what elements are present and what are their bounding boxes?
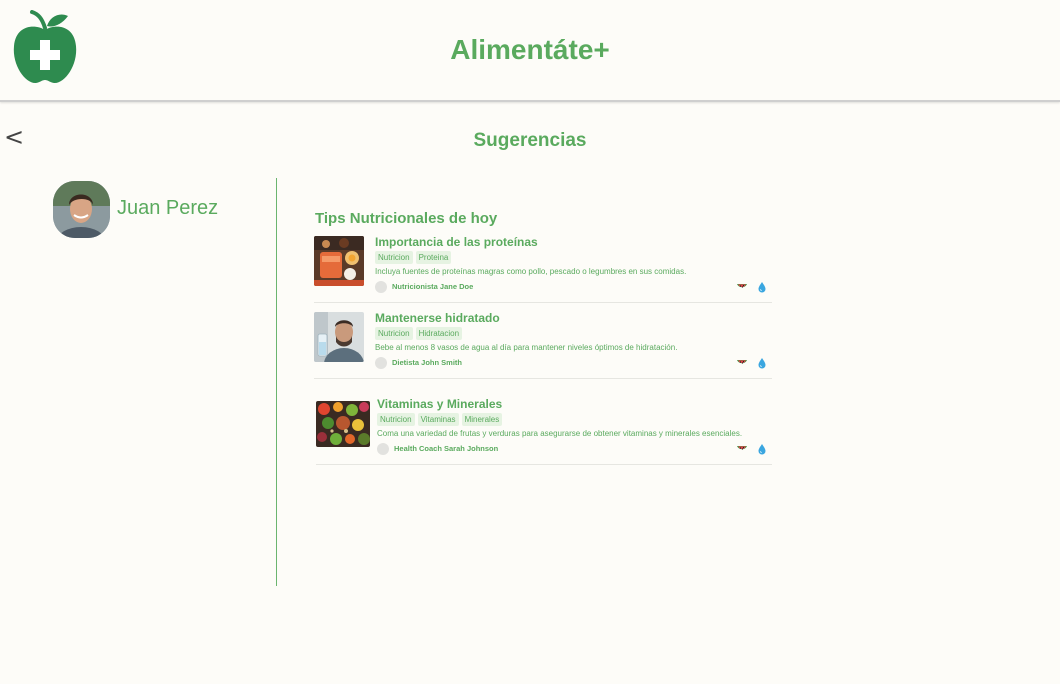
watermelon-icon[interactable] <box>736 357 748 369</box>
tag[interactable]: Nutricion <box>375 251 413 264</box>
tip-description: Bebe al menos 8 vasos de agua al día par… <box>375 343 678 352</box>
author: Dietista John Smith <box>375 356 772 369</box>
tag[interactable]: Proteina <box>415 251 452 264</box>
author-name: Dietista John Smith <box>392 358 463 367</box>
tag[interactable]: Nutricion <box>377 413 415 426</box>
tag[interactable]: Minerales <box>461 413 503 426</box>
author-name: Nutricionista Jane Doe <box>392 282 474 291</box>
vertical-divider <box>276 178 277 586</box>
author-name: Health Coach Sarah Johnson <box>394 444 499 453</box>
tips-section-title: Tips Nutricionales de hoy <box>315 210 498 227</box>
tip-title[interactable]: Mantenerse hidratado <box>375 311 772 325</box>
author-avatar <box>377 442 389 455</box>
author: Nutricionista Jane Doe <box>375 280 772 293</box>
tag[interactable]: Vitaminas <box>417 413 459 426</box>
user-profile[interactable]: Juan Perez <box>53 180 218 238</box>
tag[interactable]: Hidratacion <box>415 327 463 340</box>
author-avatar <box>375 280 387 293</box>
man-drinking-water-image <box>314 312 364 362</box>
tip-title[interactable]: Importancia de las proteínas <box>375 235 772 249</box>
tag-list: Nutricion Hidratacion <box>375 327 772 340</box>
page-title: Sugerencias <box>473 130 587 151</box>
tip-card[interactable]: Mantenerse hidratado Nutricion Hidrataci… <box>314 311 772 379</box>
watermelon-icon[interactable] <box>736 281 748 293</box>
tag[interactable]: Nutricion <box>375 327 413 340</box>
tip-card[interactable]: Vitaminas y Minerales Nutricion Vitamina… <box>316 397 772 465</box>
tag-list: Nutricion Vitaminas Minerales <box>377 413 772 426</box>
tip-actions <box>736 357 768 369</box>
tag-list: Nutricion Proteina <box>375 251 772 264</box>
tip-actions <box>736 281 768 293</box>
app-title: Alimentáte+ <box>450 34 610 65</box>
user-name: Juan Perez <box>117 196 219 219</box>
watermelon-icon[interactable] <box>736 443 748 455</box>
protein-foods-image <box>314 236 364 286</box>
water-drop-icon[interactable] <box>756 281 768 293</box>
user-photo-image <box>53 180 110 238</box>
water-drop-icon[interactable] <box>756 443 768 455</box>
tip-actions <box>736 443 768 455</box>
tip-description: Coma una variedad de frutas y verduras p… <box>377 429 743 438</box>
tip-description: Incluya fuentes de proteínas magras como… <box>375 267 687 276</box>
tip-title[interactable]: Vitaminas y Minerales <box>377 397 772 411</box>
tip-card[interactable]: Importancia de las proteínas Nutricion P… <box>314 235 772 303</box>
app-header: Alimentáte+ <box>0 0 1060 102</box>
fruits-vegetables-image <box>316 401 370 447</box>
water-drop-icon[interactable] <box>756 357 768 369</box>
author-avatar <box>375 356 387 369</box>
author: Health Coach Sarah Johnson <box>377 442 772 455</box>
avatar <box>53 180 110 238</box>
